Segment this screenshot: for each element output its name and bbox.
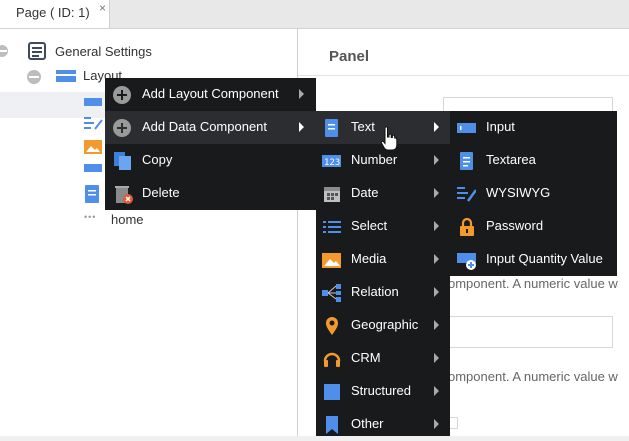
text-field-icon [325, 119, 338, 137]
hand-cursor-icon [380, 126, 398, 151]
close-icon[interactable]: × [99, 1, 106, 15]
menu-item-add-data-component[interactable]: Add Data Component [105, 111, 316, 144]
submenu-item-input[interactable]: Input [450, 111, 617, 144]
trash-delete-icon [115, 186, 133, 204]
context-menu: Add Layout Component Add Data Component … [105, 78, 316, 210]
tree-label-home: home [111, 212, 144, 227]
menu-label: Input Quantity Value [486, 251, 603, 266]
chevron-right-icon [434, 122, 439, 132]
menu-item-delete[interactable]: Delete [105, 177, 316, 210]
submenu-item-date[interactable]: Date [316, 177, 450, 210]
plus-circle-icon [113, 119, 131, 137]
input-icon [84, 98, 102, 106]
chevron-right-icon [434, 188, 439, 198]
menu-label: Text [351, 119, 375, 134]
tree-label-general-settings: General Settings [55, 44, 152, 59]
panel-title: Panel [329, 48, 370, 65]
menu-label: Copy [142, 152, 173, 167]
map-pin-icon [326, 317, 338, 335]
tree-item-home[interactable]: ••• home [84, 212, 204, 234]
chevron-right-icon [434, 221, 439, 231]
chevron-right-icon [434, 155, 439, 165]
menu-label: Relation [351, 284, 399, 299]
submenu-item-geographic[interactable]: Geographic [316, 309, 450, 342]
svg-text:123: 123 [324, 158, 340, 168]
chevron-right-icon [434, 254, 439, 264]
menu-label: Textarea [486, 152, 536, 167]
divider [298, 75, 629, 76]
submenu-item-media[interactable]: Media [316, 243, 450, 276]
lock-icon [460, 217, 474, 236]
layout-icon [56, 70, 76, 82]
bookmark-icon [326, 416, 338, 434]
panel-hint-2: omponent. A numeric value w [448, 369, 618, 384]
menu-label: Geographic [351, 317, 419, 332]
headset-icon [323, 352, 341, 367]
menu-label: Number [351, 152, 398, 167]
chevron-right-icon [434, 419, 439, 429]
menu-label: WYSIWYG [486, 185, 551, 200]
copy-icon [114, 152, 131, 170]
menu-label: Date [351, 185, 379, 200]
menu-label: Add Layout Component [142, 86, 279, 101]
tab-title: Page ( ID: 1) [16, 5, 90, 20]
calendar-icon [324, 187, 340, 202]
menu-label: Add Data Component [142, 119, 268, 134]
submenu-item-textarea[interactable]: Textarea [450, 144, 617, 177]
submenu-item-wysiwyg[interactable]: WYSIWYG [450, 177, 617, 210]
plus-circle-icon [113, 86, 131, 104]
chevron-right-icon [434, 320, 439, 330]
menu-label: Input [486, 119, 515, 134]
tab-page[interactable]: Page ( ID: 1) × [0, 0, 110, 28]
wysiwyg-icon [84, 117, 103, 130]
structured-icon [324, 384, 340, 400]
menu-label: Other [351, 416, 384, 431]
input-icon [84, 164, 102, 172]
textarea-icon [460, 152, 473, 170]
chevron-right-icon [434, 386, 439, 396]
chevron-right-icon [299, 89, 304, 99]
relation-icon [322, 284, 341, 302]
submenu-item-password[interactable]: Password [450, 210, 617, 243]
menu-item-add-layout-component[interactable]: Add Layout Component [105, 78, 316, 111]
panel-hint-1: omponent. A numeric value w [448, 276, 618, 291]
textarea-icon [85, 185, 99, 203]
tree-dots: ••• [84, 212, 97, 222]
menu-item-copy[interactable]: Copy [105, 144, 316, 177]
input-icon [457, 123, 476, 133]
menu-label: Delete [142, 185, 180, 200]
chevron-right-icon [434, 287, 439, 297]
menu-label: Media [351, 251, 387, 266]
submenu-item-structured[interactable]: Structured [316, 375, 450, 408]
panel-field-2[interactable] [443, 316, 613, 348]
list-icon [323, 221, 341, 233]
data-component-submenu: Text 123 Number Date Select Media Relati… [316, 111, 450, 436]
submenu-item-other[interactable]: Other [316, 408, 450, 441]
submenu-item-select[interactable]: Select [316, 210, 450, 243]
number-icon: 123 [322, 155, 341, 168]
menu-label: Password [486, 218, 544, 233]
image-icon [322, 253, 341, 268]
input-quantity-icon [457, 253, 476, 270]
settings-list-icon [28, 42, 46, 60]
submenu-item-crm[interactable]: CRM [316, 342, 450, 375]
image-icon [84, 140, 102, 154]
tree-item-general-settings[interactable]: General Settings [0, 41, 297, 63]
text-component-submenu: Input Textarea WYSIWYG Password Input Qu… [450, 111, 617, 276]
chevron-right-icon [434, 353, 439, 363]
menu-label: CRM [351, 350, 381, 365]
submenu-item-relation[interactable]: Relation [316, 276, 450, 309]
chevron-right-icon [299, 122, 304, 132]
tab-bar: Page ( ID: 1) × [0, 0, 629, 29]
collapse-icon[interactable] [0, 44, 12, 58]
collapse-icon[interactable] [26, 69, 42, 85]
wysiwyg-icon [457, 187, 476, 202]
menu-label: Select [351, 218, 388, 233]
submenu-item-input-quantity-value[interactable]: Input Quantity Value [450, 243, 617, 276]
menu-label: Structured [351, 383, 411, 398]
